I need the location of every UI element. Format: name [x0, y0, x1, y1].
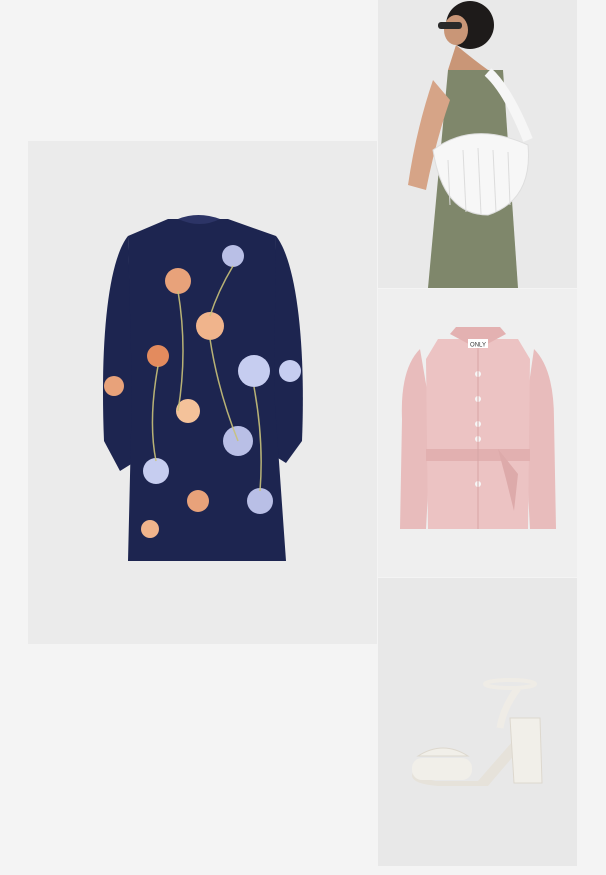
- brand-tag: ONLY: [470, 343, 486, 349]
- sandal-image: [412, 678, 543, 786]
- jacket-image: ONLY: [400, 327, 556, 529]
- product-tile-jacket[interactable]: ONLY: [378, 289, 577, 577]
- product-tile-heel[interactable]: [378, 578, 577, 866]
- product-tile-bag[interactable]: [378, 0, 577, 288]
- product-tile-dress[interactable]: [28, 141, 377, 644]
- shoulder-bag-image: [408, 1, 533, 288]
- floral-dress-image: [103, 215, 303, 561]
